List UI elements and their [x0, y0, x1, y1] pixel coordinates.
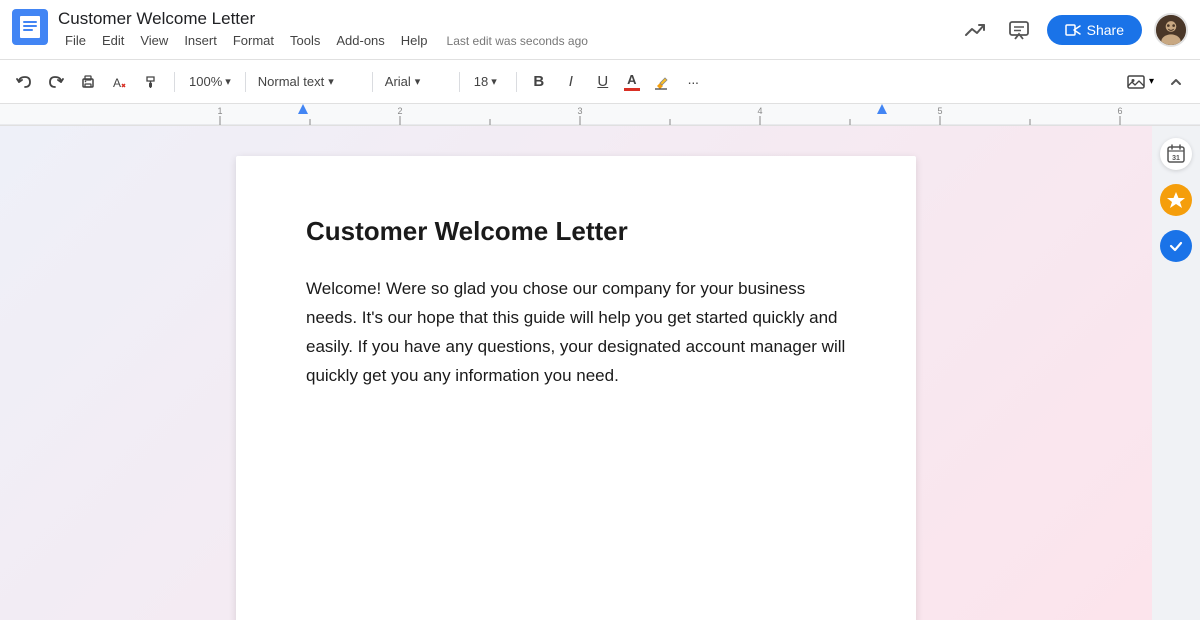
zoom-chevron: ▾ — [225, 75, 231, 88]
font-selector[interactable]: Arial ▾ — [381, 68, 451, 96]
italic-button[interactable]: I — [557, 68, 585, 96]
divider-1 — [174, 72, 175, 92]
more-options-button[interactable]: ··· — [679, 68, 707, 96]
highlight-button[interactable] — [647, 68, 675, 96]
font-chevron: ▾ — [415, 75, 421, 88]
menu-tools[interactable]: Tools — [283, 31, 327, 50]
paint-format-button[interactable] — [138, 68, 166, 96]
document-heading: Customer Welcome Letter — [306, 216, 846, 247]
svg-text:5: 5 — [937, 106, 942, 116]
paragraph-style-chevron: ▾ — [328, 75, 334, 88]
menu-view[interactable]: View — [133, 31, 175, 50]
text-color-button[interactable]: A — [621, 69, 643, 94]
svg-text:2: 2 — [397, 106, 402, 116]
calendar-sidebar-icon[interactable]: 31 — [1160, 138, 1192, 170]
menu-insert[interactable]: Insert — [177, 31, 224, 50]
menu-edit[interactable]: Edit — [95, 31, 131, 50]
font-size-value: 18 — [474, 74, 488, 89]
title-menu-area: Customer Welcome Letter File Edit View I… — [58, 9, 949, 50]
print-button[interactable] — [74, 68, 102, 96]
share-label: Share — [1087, 22, 1124, 38]
image-chevron: ▾ — [1149, 76, 1154, 87]
page-area: Customer Welcome Letter Welcome! Were so… — [0, 126, 1152, 620]
menu-bar: File Edit View Insert Format Tools Add-o… — [58, 31, 949, 50]
star-sidebar-icon[interactable] — [1160, 184, 1192, 216]
top-bar: Customer Welcome Letter File Edit View I… — [0, 0, 1200, 60]
font-size-chevron: ▾ — [491, 75, 497, 88]
right-sidebar: 31 — [1152, 126, 1200, 620]
bold-button[interactable]: B — [525, 68, 553, 96]
spellcheck-button[interactable]: A — [106, 68, 134, 96]
document-body: Welcome! Were so glad you chose our comp… — [306, 275, 846, 391]
share-button[interactable]: Share — [1047, 15, 1142, 45]
ruler: 1 2 3 4 5 6 — [0, 104, 1200, 126]
redo-button[interactable] — [42, 68, 70, 96]
underline-button[interactable]: U — [589, 68, 617, 96]
svg-text:6: 6 — [1117, 106, 1122, 116]
divider-3 — [372, 72, 373, 92]
zoom-value: 100% — [189, 74, 222, 89]
comment-icon[interactable] — [1003, 14, 1035, 46]
svg-text:3: 3 — [577, 106, 582, 116]
svg-text:31: 31 — [1172, 155, 1180, 162]
font-size-selector[interactable]: 18 ▾ — [468, 68, 508, 96]
undo-button[interactable] — [10, 68, 38, 96]
menu-help[interactable]: Help — [394, 31, 435, 50]
image-insert-button[interactable]: ▾ — [1122, 68, 1158, 96]
user-avatar[interactable] — [1154, 13, 1188, 47]
content-area: Customer Welcome Letter Welcome! Were so… — [0, 126, 1200, 620]
doc-icon — [12, 9, 48, 50]
check-sidebar-icon[interactable] — [1160, 230, 1192, 262]
document-title[interactable]: Customer Welcome Letter — [58, 9, 949, 29]
divider-2 — [245, 72, 246, 92]
svg-text:4: 4 — [757, 106, 762, 116]
trending-icon[interactable] — [959, 14, 991, 46]
menu-addons[interactable]: Add-ons — [329, 31, 391, 50]
menu-format[interactable]: Format — [226, 31, 281, 50]
paragraph-style-selector[interactable]: Normal text ▾ — [254, 68, 364, 96]
toolbar: A 100% ▾ Normal text ▾ Arial ▾ 18 ▾ B I — [0, 60, 1200, 104]
svg-text:A: A — [113, 76, 121, 90]
svg-text:1: 1 — [217, 106, 222, 116]
menu-file[interactable]: File — [58, 31, 93, 50]
text-color-bar — [624, 88, 640, 91]
divider-5 — [516, 72, 517, 92]
paragraph-style-value: Normal text — [258, 74, 324, 89]
collapse-toolbar-button[interactable] — [1162, 68, 1190, 96]
document-page[interactable]: Customer Welcome Letter Welcome! Were so… — [236, 156, 916, 620]
last-edit-status: Last edit was seconds ago — [447, 34, 588, 48]
top-bar-actions: Share — [959, 13, 1188, 47]
zoom-selector[interactable]: 100% ▾ — [183, 68, 237, 96]
divider-4 — [459, 72, 460, 92]
font-value: Arial — [385, 74, 411, 89]
